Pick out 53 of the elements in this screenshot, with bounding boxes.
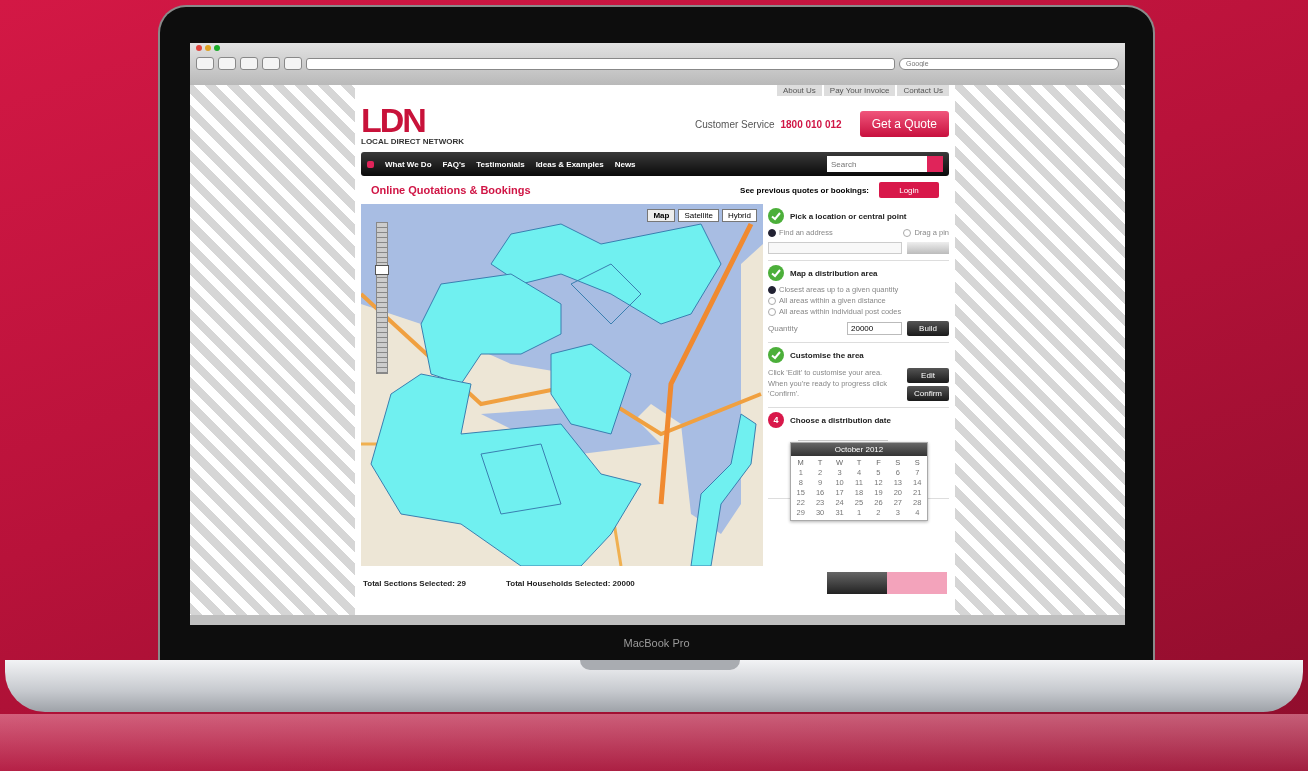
calendar-month: October 2012 [834, 445, 884, 454]
search-field[interactable]: Search [827, 156, 927, 172]
quantity-field[interactable]: 20000 [847, 322, 902, 335]
map-type-button[interactable]: Satellite [678, 209, 719, 222]
logo: LDN [361, 102, 426, 137]
check-icon [768, 208, 784, 224]
step-title: Choose a distribution date [790, 415, 891, 425]
forward-button[interactable] [218, 57, 236, 70]
page-title: Online Quotations & Bookings [371, 184, 531, 196]
radio-button[interactable] [903, 228, 912, 237]
previous-label: See previous quotes or bookings: [740, 185, 869, 195]
check-icon [768, 347, 784, 363]
build-button[interactable]: Build [907, 321, 949, 336]
radio-button[interactable] [768, 228, 776, 237]
total-text: Total Households Selected: 20000 [506, 578, 635, 588]
reload-button[interactable] [240, 57, 258, 70]
step-number: 4 [768, 412, 784, 428]
quote-button[interactable]: Get a Quote [859, 111, 949, 137]
confirm-button[interactable]: Confirm [907, 386, 949, 401]
back-button[interactable] [196, 57, 214, 70]
add-button[interactable] [284, 57, 302, 70]
top-link[interactable]: Pay Your Invoice [823, 85, 896, 96]
map-type-button[interactable]: Hybrid [721, 209, 757, 222]
edit-button[interactable]: Edit [907, 368, 949, 383]
step-title: Pick a location or central point [790, 211, 907, 221]
nav-item[interactable]: What We Do [385, 159, 432, 169]
address-field[interactable] [768, 242, 902, 254]
total-text: Total Sections Selected: 29 [363, 578, 466, 588]
service-label: Customer Service [695, 118, 775, 130]
nav-item[interactable]: Testimonials [476, 159, 525, 169]
nav-item[interactable]: FAQ's [442, 159, 466, 169]
login-button[interactable]: Login [879, 182, 939, 198]
zoom-slider[interactable] [376, 222, 388, 374]
phone-number: 1800 010 012 [780, 118, 842, 130]
radio-button[interactable] [768, 307, 776, 316]
check-icon [768, 265, 784, 281]
step-title: Map a distribution area [790, 268, 878, 278]
nav-item[interactable]: Ideas & Examples [535, 159, 604, 169]
zoom-slider-thumb[interactable] [375, 265, 389, 275]
radio-button[interactable] [768, 285, 776, 294]
home-icon[interactable] [367, 160, 374, 168]
step-title: Customise the area [790, 350, 864, 360]
map-type-button[interactable]: Map [647, 209, 676, 222]
nav-item[interactable]: News [614, 159, 636, 169]
top-link[interactable]: About Us [776, 85, 822, 96]
quantity-label: Quantity [768, 324, 798, 333]
back-button[interactable] [827, 572, 887, 594]
logo-tagline: LOCAL DIRECT NETWORK [361, 136, 464, 146]
radio-button[interactable] [768, 296, 776, 305]
address-field[interactable] [306, 57, 895, 70]
top-link[interactable]: Contact Us [897, 85, 949, 96]
home-button[interactable] [262, 57, 280, 70]
laptop-label: MacBook Pro [623, 636, 690, 649]
